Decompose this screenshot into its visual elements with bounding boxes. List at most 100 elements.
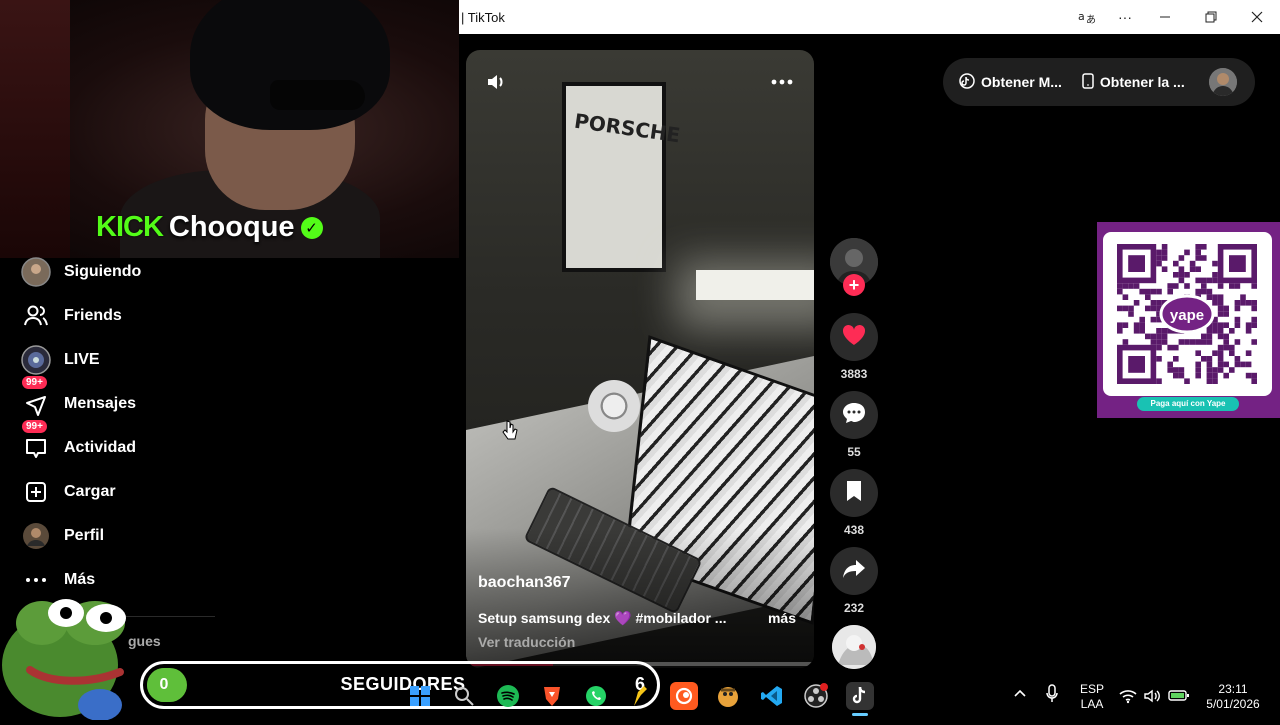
translate-link[interactable]: Ver traducción [478, 634, 575, 650]
sidebar-item-mensajes[interactable]: 99+ Mensajes [20, 376, 136, 420]
qr-module [1167, 288, 1173, 295]
qr-module [1245, 350, 1252, 356]
qr-module [1234, 361, 1241, 368]
game-app-icon[interactable] [714, 682, 742, 710]
qr-module [1195, 255, 1201, 261]
sidebar-item-perfil[interactable]: Perfil [20, 520, 104, 552]
volume-tray-icon[interactable] [1143, 688, 1161, 709]
spotify-icon[interactable] [494, 682, 522, 710]
qr-module [1178, 255, 1185, 261]
windows-start-icon[interactable] [406, 682, 434, 710]
qr-module [1156, 249, 1162, 256]
close-button[interactable] [1235, 0, 1279, 34]
qr-module [1234, 300, 1241, 306]
save-button[interactable] [830, 469, 878, 517]
messages-badge: 99+ [22, 376, 47, 389]
wifi-icon[interactable] [1118, 688, 1138, 709]
whatsapp-icon[interactable] [582, 682, 610, 710]
qr-module [1223, 361, 1229, 368]
search-icon[interactable] [450, 682, 478, 710]
qr-module [1156, 328, 1162, 334]
bookmark-icon [845, 480, 863, 507]
qr-module [1150, 300, 1157, 306]
phone-icon [1082, 72, 1094, 92]
video-player[interactable]: PORSCHE baochan367 Setup samsung dex 💜 #… [466, 50, 814, 668]
more-options-icon[interactable]: ··· [1103, 0, 1147, 34]
qr-module [1229, 283, 1235, 289]
qr-module [1156, 344, 1162, 351]
clock[interactable]: 23:11 5/01/2026 [1198, 682, 1268, 712]
qr-module [1234, 356, 1241, 362]
profile-icon [20, 520, 52, 552]
restore-button[interactable] [1189, 0, 1233, 34]
sidebar-item-cargar[interactable]: Cargar [20, 476, 116, 508]
sidebar-item-label: Perfil [64, 527, 105, 544]
window-title: | TikTok [461, 9, 505, 25]
brave-icon[interactable] [538, 682, 566, 710]
streamer-name: Chooque [168, 211, 295, 243]
sidebar-item-label: Actividad [64, 439, 137, 456]
pen-app-icon[interactable] [626, 682, 654, 710]
qr-module [1240, 300, 1246, 306]
sidebar-item-actividad[interactable]: 99+ Actividad [20, 420, 137, 464]
qr-module [1251, 322, 1257, 328]
qr-module [1212, 277, 1218, 284]
qr-module [1201, 244, 1207, 250]
get-app-link[interactable]: Obtener M... [959, 72, 1062, 92]
crunchyroll-icon[interactable] [670, 682, 698, 710]
tiktok-taskbar-icon[interactable] [846, 682, 874, 710]
qr-module [1201, 277, 1207, 284]
qr-module [1212, 328, 1218, 334]
window-titlebar: | TikTok aあ ··· [459, 0, 1280, 34]
microphone-icon[interactable] [1045, 684, 1059, 709]
volume-icon[interactable] [484, 70, 508, 99]
battery-icon[interactable] [1168, 688, 1190, 707]
sidebar-item-siguiendo[interactable]: Siguiendo [20, 256, 141, 288]
language-indicator[interactable]: ESP LAA [1072, 682, 1112, 712]
like-button[interactable] [830, 313, 878, 361]
qr-module [1184, 249, 1190, 256]
qr-module [1195, 288, 1201, 295]
tray-chevron-icon[interactable] [1013, 686, 1027, 705]
minimize-button[interactable] [1143, 0, 1187, 34]
video-more-icon[interactable] [770, 72, 794, 97]
video-more-link[interactable]: más [768, 610, 796, 626]
sidebar-item-friends[interactable]: Friends [20, 300, 122, 332]
qr-module [1206, 367, 1213, 373]
user-avatar[interactable] [1208, 68, 1237, 96]
live-icon [20, 344, 52, 376]
get-mobile-app-link[interactable]: Obtener la ... [1082, 72, 1185, 92]
follow-plus-icon[interactable]: + [843, 274, 865, 296]
qr-module [1161, 244, 1168, 250]
kick-tag: KICK Chooque ✓ [96, 211, 323, 244]
qr-module [1133, 300, 1140, 306]
qr-module [1189, 339, 1196, 345]
qr-module [1122, 294, 1129, 300]
qr-module [1245, 361, 1252, 368]
sidebar-item-live[interactable]: LIVE [20, 344, 100, 376]
qr-module [1139, 288, 1145, 295]
qr-module [1156, 300, 1162, 306]
share-button[interactable] [830, 547, 878, 595]
qr-module [1217, 356, 1224, 362]
like-count: 3883 [840, 367, 868, 381]
poster-text: PORSCHE [572, 108, 682, 148]
background-shelf [0, 0, 70, 258]
qr-module [1251, 339, 1257, 345]
qr-module [1217, 361, 1224, 368]
clock-date: 5/01/2026 [1206, 697, 1260, 711]
obs-icon[interactable] [802, 682, 830, 710]
kick-logo: KICK [96, 211, 164, 243]
vscode-icon[interactable] [758, 682, 786, 710]
qr-module [1201, 283, 1207, 289]
comment-button[interactable] [830, 391, 878, 439]
get-app-label: Obtener M... [981, 74, 1062, 90]
qr-module [1195, 277, 1201, 284]
qr-module [1173, 372, 1179, 379]
video-username[interactable]: baochan367 [478, 574, 570, 592]
qr-module [1122, 339, 1129, 345]
qr-module [1223, 305, 1229, 312]
qr-module [1122, 305, 1129, 312]
qr-module [1156, 356, 1162, 362]
music-disc-icon[interactable] [832, 625, 876, 669]
